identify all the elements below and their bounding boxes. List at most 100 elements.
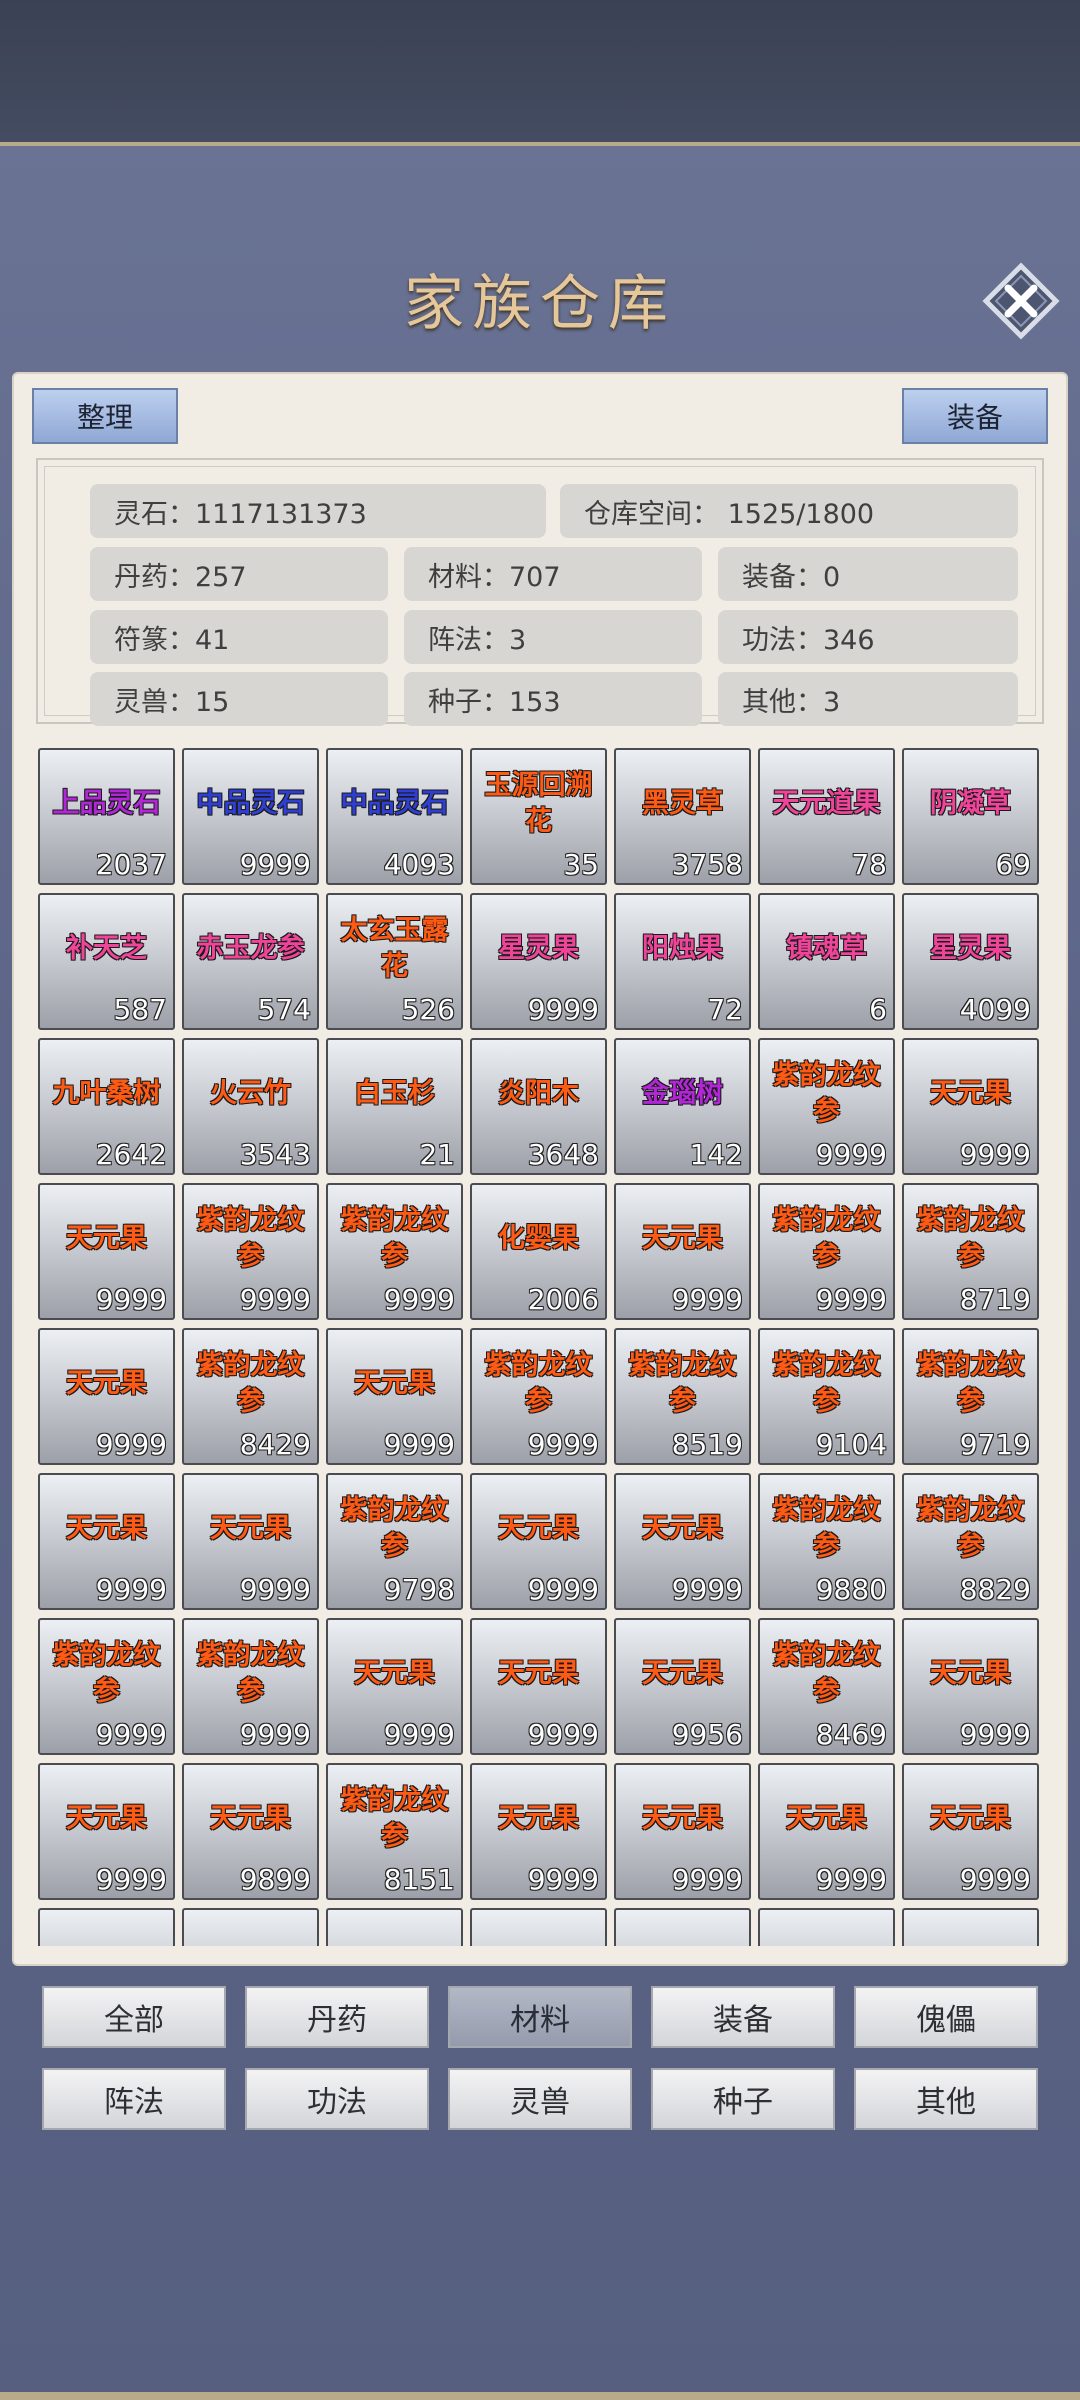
- item-slot[interactable]: [758, 1908, 895, 1946]
- item-slot[interactable]: 天元果 9999: [902, 1618, 1039, 1755]
- sort-button[interactable]: 整理: [32, 388, 178, 444]
- category-tab[interactable]: 其他: [854, 2068, 1038, 2130]
- item-slot[interactable]: 天元果 9999: [470, 1763, 607, 1900]
- item-slot[interactable]: 紫韵龙纹参 9999: [182, 1183, 319, 1320]
- item-slot[interactable]: 紫韵龙纹参 8469: [758, 1618, 895, 1755]
- item-slot[interactable]: 黑灵草 3758: [614, 748, 751, 885]
- item-slot[interactable]: [326, 1908, 463, 1946]
- item-slot[interactable]: 赤玉龙参 574: [182, 893, 319, 1030]
- item-count: 9999: [95, 1283, 167, 1316]
- item-slot[interactable]: 天元果 9899: [182, 1763, 319, 1900]
- item-slot[interactable]: 天元果 9999: [38, 1183, 175, 1320]
- item-name: 中品灵石: [196, 787, 305, 819]
- item-slot[interactable]: 紫韵龙纹参 9104: [758, 1328, 895, 1465]
- item-slot[interactable]: [902, 1908, 1039, 1946]
- category-tab[interactable]: 全部: [42, 1986, 226, 2048]
- item-name: 紫韵龙纹参: [340, 1204, 449, 1272]
- item-slot[interactable]: [614, 1908, 751, 1946]
- item-name: 紫韵龙纹参: [916, 1494, 1025, 1562]
- item-count: 9999: [815, 1863, 887, 1896]
- item-count: 9104: [815, 1428, 887, 1461]
- item-name: 阳烛果: [642, 932, 723, 964]
- item-slot[interactable]: 紫韵龙纹参 8829: [902, 1473, 1039, 1610]
- equip-button[interactable]: 装备: [902, 388, 1048, 444]
- item-slot[interactable]: 天元果 9999: [614, 1183, 751, 1320]
- item-slot[interactable]: 天元果 9999: [614, 1473, 751, 1610]
- item-count: 9999: [959, 1138, 1031, 1171]
- category-tab[interactable]: 阵法: [42, 2068, 226, 2130]
- item-slot[interactable]: 天元果 9999: [902, 1763, 1039, 1900]
- item-slot[interactable]: 太玄玉露花 526: [326, 893, 463, 1030]
- item-slot[interactable]: 镇魂草 6: [758, 893, 895, 1030]
- item-name: 紫韵龙纹参: [772, 1204, 881, 1272]
- item-name: 白玉杉: [354, 1077, 435, 1109]
- category-tab[interactable]: 傀儡: [854, 1986, 1038, 2048]
- item-count: 9719: [959, 1428, 1031, 1461]
- item-slot[interactable]: 天元果 9999: [38, 1328, 175, 1465]
- item-slot[interactable]: [470, 1908, 607, 1946]
- item-slot[interactable]: 中品灵石 9999: [182, 748, 319, 885]
- item-name: 天元果: [66, 1367, 147, 1399]
- item-slot[interactable]: 紫韵龙纹参 9999: [326, 1183, 463, 1320]
- item-name: 阴凝草: [930, 787, 1011, 819]
- item-name: 中品灵石: [340, 787, 449, 819]
- item-slot[interactable]: 紫韵龙纹参 9999: [38, 1618, 175, 1755]
- item-slot[interactable]: 白玉杉 21: [326, 1038, 463, 1175]
- item-slot[interactable]: 天元果 9956: [614, 1618, 751, 1755]
- item-slot[interactable]: [182, 1908, 319, 1946]
- item-slot[interactable]: 紫韵龙纹参 9999: [182, 1618, 319, 1755]
- item-slot[interactable]: 紫韵龙纹参 9999: [470, 1328, 607, 1465]
- item-slot[interactable]: 炎阳木 3648: [470, 1038, 607, 1175]
- item-slot[interactable]: 火云竹 3543: [182, 1038, 319, 1175]
- item-slot[interactable]: 紫韵龙纹参 8429: [182, 1328, 319, 1465]
- item-slot[interactable]: 中品灵石 4093: [326, 748, 463, 885]
- item-slot[interactable]: 玉源回溯花 35: [470, 748, 607, 885]
- item-slot[interactable]: 紫韵龙纹参 9798: [326, 1473, 463, 1610]
- item-slot[interactable]: [38, 1908, 175, 1946]
- item-slot[interactable]: 补天芝 587: [38, 893, 175, 1030]
- category-tab[interactable]: 丹药: [245, 1986, 429, 2048]
- item-slot[interactable]: 天元果 9999: [326, 1328, 463, 1465]
- category-tab[interactable]: 材料: [448, 1986, 632, 2048]
- item-slot[interactable]: 天元果 9999: [614, 1763, 751, 1900]
- item-slot[interactable]: 天元果 9999: [470, 1473, 607, 1610]
- item-name: 紫韵龙纹参: [772, 1639, 881, 1707]
- category-tab[interactable]: 功法: [245, 2068, 429, 2130]
- item-slot[interactable]: 紫韵龙纹参 9999: [758, 1183, 895, 1320]
- category-tab[interactable]: 种子: [651, 2068, 835, 2130]
- item-name: 天元果: [210, 1512, 291, 1544]
- stat-pills: 丹药：257: [90, 547, 388, 601]
- item-slot[interactable]: 星灵果 4099: [902, 893, 1039, 1030]
- item-slot[interactable]: 天元果 9999: [470, 1618, 607, 1755]
- category-tab[interactable]: 灵兽: [448, 2068, 632, 2130]
- item-slot[interactable]: 紫韵龙纹参 8719: [902, 1183, 1039, 1320]
- stat-talismans: 符篆：41: [90, 610, 388, 664]
- item-count: 4099: [959, 993, 1031, 1026]
- item-count: 9999: [959, 1863, 1031, 1896]
- item-name: 天元果: [642, 1657, 723, 1689]
- item-slot[interactable]: 紫韵龙纹参 8151: [326, 1763, 463, 1900]
- item-slot[interactable]: 天元道果 78: [758, 748, 895, 885]
- item-count: 2037: [95, 848, 167, 881]
- item-slot[interactable]: 紫韵龙纹参 9880: [758, 1473, 895, 1610]
- close-button[interactable]: [982, 262, 1060, 340]
- item-slot[interactable]: 天元果 9999: [326, 1618, 463, 1755]
- item-slot[interactable]: 阴凝草 69: [902, 748, 1039, 885]
- item-slot[interactable]: 天元果 9999: [902, 1038, 1039, 1175]
- item-slot[interactable]: 天元果 9999: [38, 1763, 175, 1900]
- item-slot[interactable]: 紫韵龙纹参 8519: [614, 1328, 751, 1465]
- item-slot[interactable]: 天元果 9999: [182, 1473, 319, 1610]
- item-slot[interactable]: 金瑙树 142: [614, 1038, 751, 1175]
- item-slot[interactable]: 天元果 9999: [38, 1473, 175, 1610]
- item-slot[interactable]: 紫韵龙纹参 9999: [758, 1038, 895, 1175]
- item-slot[interactable]: 天元果 9999: [758, 1763, 895, 1900]
- category-tab[interactable]: 装备: [651, 1986, 835, 2048]
- item-slot[interactable]: 上品灵石 2037: [38, 748, 175, 885]
- item-slot[interactable]: 紫韵龙纹参 9719: [902, 1328, 1039, 1465]
- item-count: 9999: [239, 848, 311, 881]
- item-slot[interactable]: 星灵果 9999: [470, 893, 607, 1030]
- item-name: 镇魂草: [786, 932, 867, 964]
- item-slot[interactable]: 阳烛果 72: [614, 893, 751, 1030]
- item-slot[interactable]: 九叶桑树 2642: [38, 1038, 175, 1175]
- item-slot[interactable]: 化婴果 2006: [470, 1183, 607, 1320]
